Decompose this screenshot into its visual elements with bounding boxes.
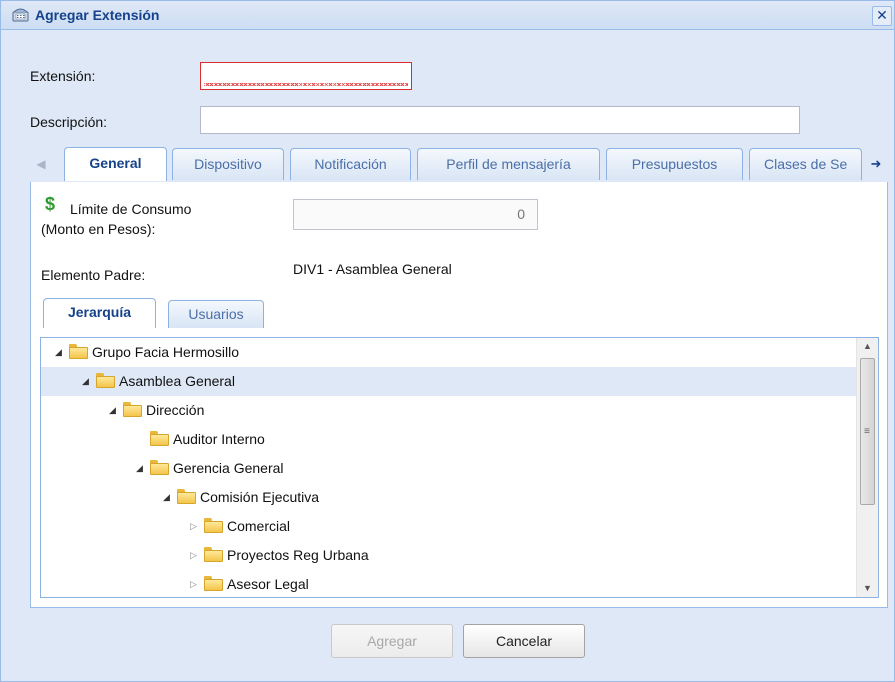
tree-node[interactable]: ▷ Comercial (41, 512, 857, 541)
add-button[interactable]: Agregar (331, 624, 453, 658)
subtab-usuarios[interactable]: Usuarios (168, 300, 264, 328)
parent-label: Elemento Padre: (41, 267, 146, 283)
tab-presupuestos[interactable]: Presupuestos (606, 148, 743, 180)
folder-icon (204, 518, 223, 533)
tab-scroll-right-button[interactable]: ➜ (864, 149, 888, 179)
parent-value: DIV1 - Asamblea General (293, 261, 452, 277)
main-tabstrip: ◀ General Dispositivo Notificación Perfi… (30, 145, 888, 182)
expand-arrow-icon[interactable]: ▷ (190, 550, 200, 560)
collapse-arrow-icon (136, 434, 146, 444)
tab-dispositivo[interactable]: Dispositivo (172, 148, 284, 180)
scroll-down-icon[interactable]: ▼ (857, 580, 878, 597)
limit-label: Límite de Consumo (Monto en Pesos): (41, 199, 281, 239)
tab-scroll-left-button[interactable]: ◀ (30, 149, 52, 179)
subtab-jerarquia[interactable]: Jerarquía (43, 298, 156, 328)
folder-icon (150, 431, 169, 446)
limit-label-line2: (Monto en Pesos): (41, 221, 156, 237)
arrow-right-icon: ➜ (870, 156, 882, 171)
tree-node[interactable]: ▷ Proyectos Reg Urbana (41, 541, 857, 570)
description-label: Descripción: (30, 114, 108, 130)
extension-label: Extensión: (30, 68, 96, 84)
folder-icon (204, 547, 223, 562)
collapse-arrow-icon[interactable]: ◢ (163, 492, 173, 502)
tab-notificacion[interactable]: Notificación (290, 148, 411, 180)
arrow-left-icon: ◀ (36, 157, 46, 171)
phone-icon (12, 8, 29, 22)
tree-node[interactable]: Auditor Interno (41, 425, 857, 454)
collapse-arrow-icon[interactable]: ◢ (136, 463, 146, 473)
folder-icon (150, 460, 169, 475)
add-button-label: Agregar (367, 633, 417, 649)
tab-general[interactable]: General (64, 147, 167, 181)
folder-icon (123, 402, 142, 417)
tab-perfil-de-mensajeria[interactable]: Perfil de mensajería (417, 148, 600, 180)
tree-node[interactable]: ◢ Gerencia General (41, 454, 857, 483)
dialog-title: Agregar Extensión (35, 7, 160, 23)
tree-scrollbar[interactable]: ▲ ≡ ▼ (856, 338, 878, 597)
folder-icon (96, 373, 115, 388)
tree-node-label: Grupo Facia Hermosillo (92, 344, 240, 360)
tree-node[interactable]: ◢ Grupo Facia Hermosillo (41, 338, 857, 367)
folder-icon (204, 576, 223, 591)
scroll-up-icon[interactable]: ▲ (857, 338, 878, 355)
limit-label-line1: Límite de Consumo (70, 201, 192, 217)
tree-node[interactable]: ◢ Comisión Ejecutiva (41, 483, 857, 512)
description-input[interactable] (200, 106, 800, 134)
close-button[interactable]: ✕ (872, 6, 892, 26)
grip-icon: ≡ (864, 426, 870, 437)
folder-icon (177, 489, 196, 504)
tree-node-label: Comisión Ejecutiva (200, 489, 320, 505)
tree-node[interactable]: ▷ Asesor Legal (41, 570, 857, 597)
dialog-titlebar[interactable]: Agregar Extensión ✕ (1, 1, 894, 30)
general-tab-panel: $ Límite de Consumo (Monto en Pesos): 0 … (30, 182, 888, 608)
limit-input[interactable]: 0 (293, 199, 538, 230)
collapse-arrow-icon[interactable]: ◢ (82, 376, 92, 386)
expand-arrow-icon[interactable]: ▷ (190, 579, 200, 589)
collapse-arrow-icon[interactable]: ◢ (109, 405, 119, 415)
scroll-thumb[interactable]: ≡ (860, 358, 875, 505)
tree-node-label: Gerencia General (173, 460, 284, 476)
add-extension-dialog: Agregar Extensión ✕ Extensión: Descripci… (0, 0, 895, 682)
extension-input[interactable] (200, 62, 412, 90)
tree-node-label: Comercial (227, 518, 291, 534)
tree-node-label: Asesor Legal (227, 576, 309, 592)
expand-arrow-icon[interactable]: ▷ (190, 521, 200, 531)
hierarchy-tree: ◢ Grupo Facia Hermosillo ◢ Asamblea General… (40, 337, 879, 598)
tree-node-label: Dirección (146, 402, 205, 418)
tree-node-label: Auditor Interno (173, 431, 265, 447)
cancel-button[interactable]: Cancelar (463, 624, 585, 658)
close-icon: ✕ (876, 7, 888, 23)
tree-node[interactable]: ◢ Dirección (41, 396, 857, 425)
collapse-arrow-icon[interactable]: ◢ (55, 347, 65, 357)
tree-node-label: Asamblea General (119, 373, 235, 389)
cancel-button-label: Cancelar (495, 633, 553, 649)
tab-clases-de-servicio[interactable]: Clases de Se (749, 148, 862, 180)
tree-node-label: Proyectos Reg Urbana (227, 547, 369, 563)
invalid-underline (204, 83, 408, 86)
folder-icon (69, 344, 88, 359)
tree-node[interactable]: ◢ Asamblea General (41, 367, 857, 396)
